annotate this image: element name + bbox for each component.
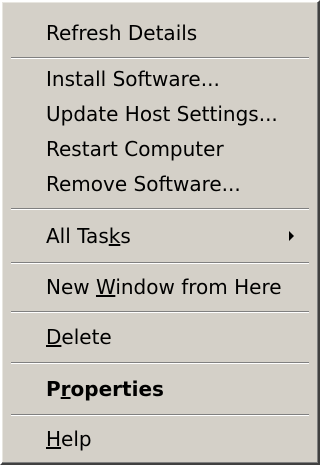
mnemonic-char: r [60,377,71,401]
menu-separator [11,362,309,364]
menu-item-label: New Window from Here [46,275,282,299]
chevron-right-icon [289,231,294,241]
mnemonic-char: H [46,427,62,451]
menu-separator [11,262,309,264]
menu-separator [11,311,309,313]
menu-separator [11,57,309,59]
menu-item-new-window-from-here[interactable]: New Window from Here [4,270,316,304]
menu-item-label: Refresh Details [46,21,198,45]
menu-item-delete[interactable]: Delete [4,320,316,354]
menu-item-restart-computer[interactable]: Restart Computer [4,132,316,166]
label-part: s [120,224,131,248]
menu-item-properties[interactable]: Properties [4,372,316,406]
menu-item-remove-software[interactable]: Remove Software... [4,167,316,201]
mnemonic-char: D [46,325,62,349]
menu-item-label: Properties [46,377,164,401]
menu-item-label: Help [46,427,92,451]
label-part: New [46,275,96,299]
menu-item-label: Install Software... [46,67,220,91]
menu-item-label: Update Host Settings... [46,102,278,126]
menu-item-label: Remove Software... [46,172,241,196]
menu-item-label: Delete [46,325,112,349]
menu-item-refresh-details[interactable]: Refresh Details [4,16,316,50]
menu-separator [11,414,309,416]
label-part: operties [70,377,164,401]
menu-item-label: Restart Computer [46,137,224,161]
menu-item-help[interactable]: Help [4,422,316,456]
label-part: indow from Here [115,275,282,299]
label-part: P [46,377,61,401]
menu-item-update-host-settings[interactable]: Update Host Settings... [4,97,316,131]
label-part: All Tas [46,224,109,248]
context-menu: Refresh Details Install Software... Upda… [0,0,320,465]
label-part: elete [61,325,112,349]
mnemonic-char: k [108,224,121,248]
label-part: elp [61,427,92,451]
menu-item-install-software[interactable]: Install Software... [4,62,316,96]
menu-separator [11,208,309,210]
menu-item-label: All Tasks [46,224,131,248]
menu-item-all-tasks[interactable]: All Tasks [4,219,316,253]
mnemonic-char: W [95,275,116,299]
